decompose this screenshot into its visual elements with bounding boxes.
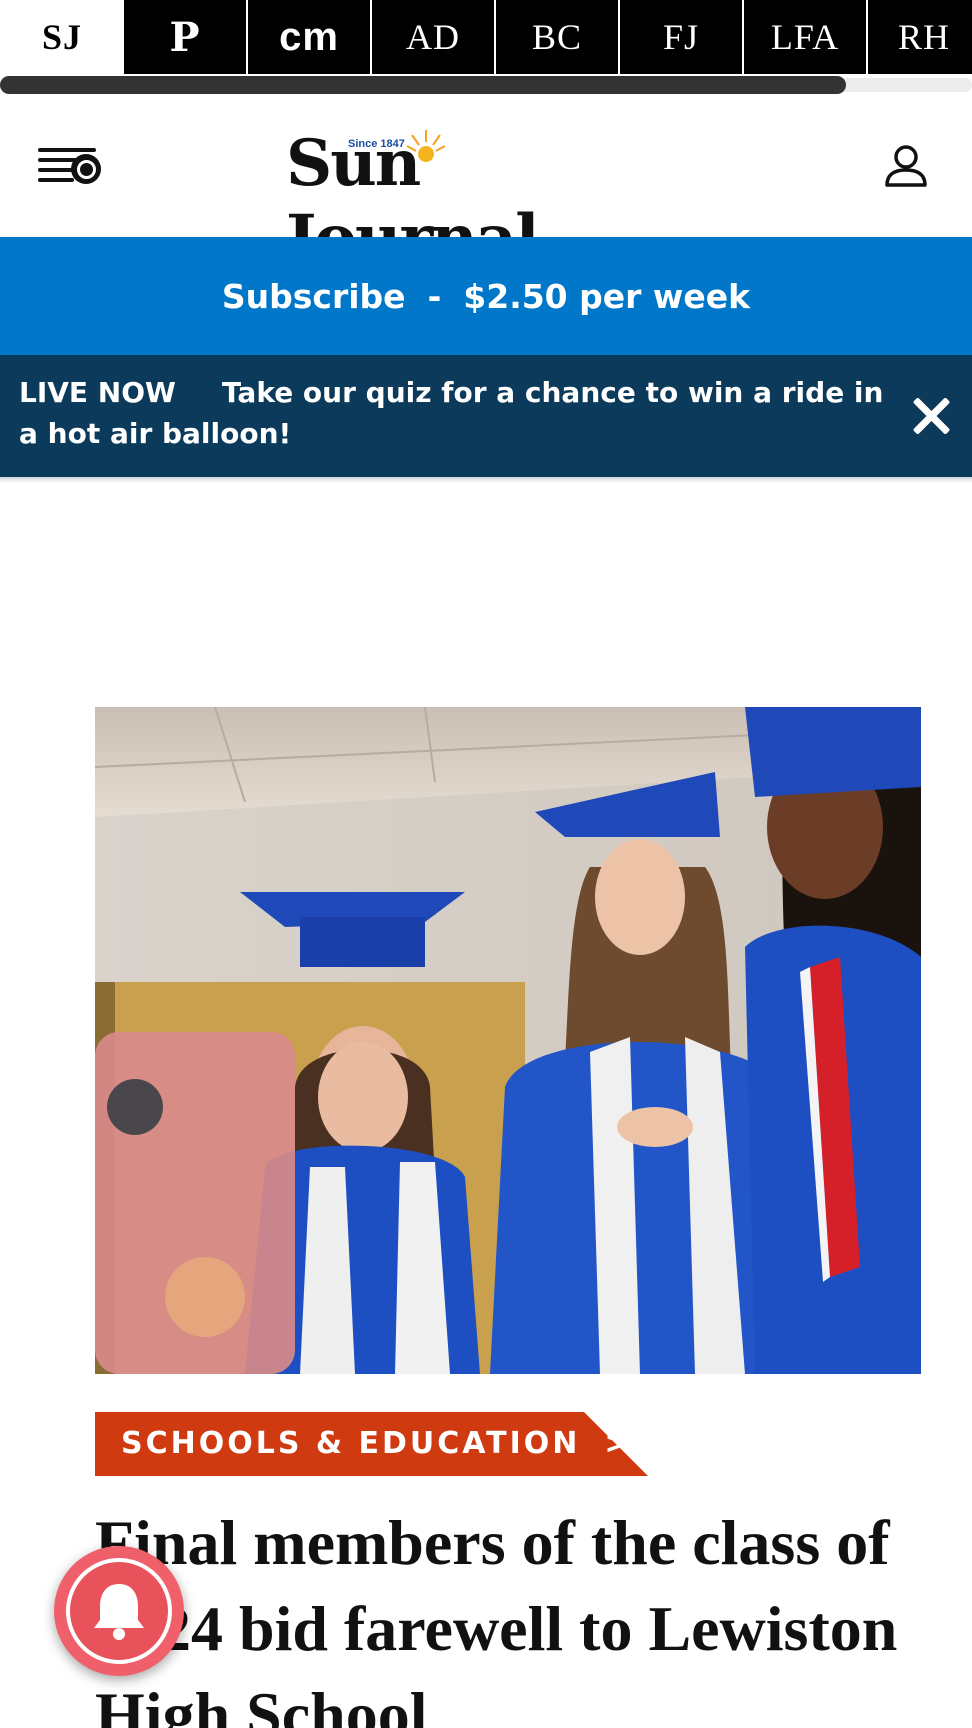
- subscribe-label: Subscribe: [221, 276, 406, 316]
- menu-line: [38, 168, 74, 172]
- chevron-right-icon: >: [604, 1426, 633, 1461]
- search-icon: [71, 154, 101, 184]
- network-bar: SJ P cm AD BC FJ LFA RH: [0, 0, 972, 74]
- site-tab-lfa[interactable]: LFA: [744, 0, 868, 74]
- notification-button[interactable]: [54, 1546, 184, 1676]
- menu-line: [38, 148, 96, 152]
- subscribe-separator: -: [427, 276, 442, 316]
- menu-line: [38, 178, 74, 182]
- subscribe-price: $2.50 per week: [463, 276, 751, 316]
- site-tab-portland-press-herald[interactable]: P: [124, 0, 248, 74]
- article-headline[interactable]: Final members of the class of 2024 bid f…: [95, 1500, 935, 1728]
- live-now-text[interactable]: LIVE NOW Take our quiz for a chance to wi…: [19, 372, 889, 454]
- category-label: SCHOOLS & EDUCATION >: [121, 1412, 633, 1476]
- close-icon[interactable]: [908, 393, 954, 439]
- site-tab-ad[interactable]: AD: [372, 0, 496, 74]
- user-icon[interactable]: [884, 144, 928, 188]
- graduates-photo[interactable]: [95, 707, 921, 1374]
- live-now-banner[interactable]: LIVE NOW Take our quiz for a chance to wi…: [0, 355, 972, 477]
- site-tab-rh[interactable]: RH: [868, 0, 949, 74]
- subscribe-banner[interactable]: Subscribe - $2.50 per week: [0, 237, 972, 355]
- site-header: Since 1847 Sun Journal: [0, 96, 972, 276]
- category-tag[interactable]: SCHOOLS & EDUCATION >: [95, 1412, 648, 1476]
- site-tab-fj[interactable]: FJ: [620, 0, 744, 74]
- site-tab-sj[interactable]: SJ: [0, 0, 124, 74]
- scrollbar-thumb[interactable]: [0, 76, 846, 94]
- banner-shadow: [0, 477, 972, 483]
- site-logo[interactable]: Since 1847 Sun Journal: [286, 124, 686, 276]
- notification-ring: [66, 1558, 172, 1664]
- menu-search-button[interactable]: [38, 142, 106, 188]
- bell-icon: [94, 1584, 144, 1640]
- horizontal-scrollbar[interactable]: [0, 74, 972, 96]
- site-tab-bc[interactable]: BC: [496, 0, 620, 74]
- category-name: SCHOOLS & EDUCATION: [121, 1426, 581, 1461]
- site-tab-cm[interactable]: cm: [248, 0, 372, 74]
- live-now-label: LIVE NOW: [19, 376, 176, 409]
